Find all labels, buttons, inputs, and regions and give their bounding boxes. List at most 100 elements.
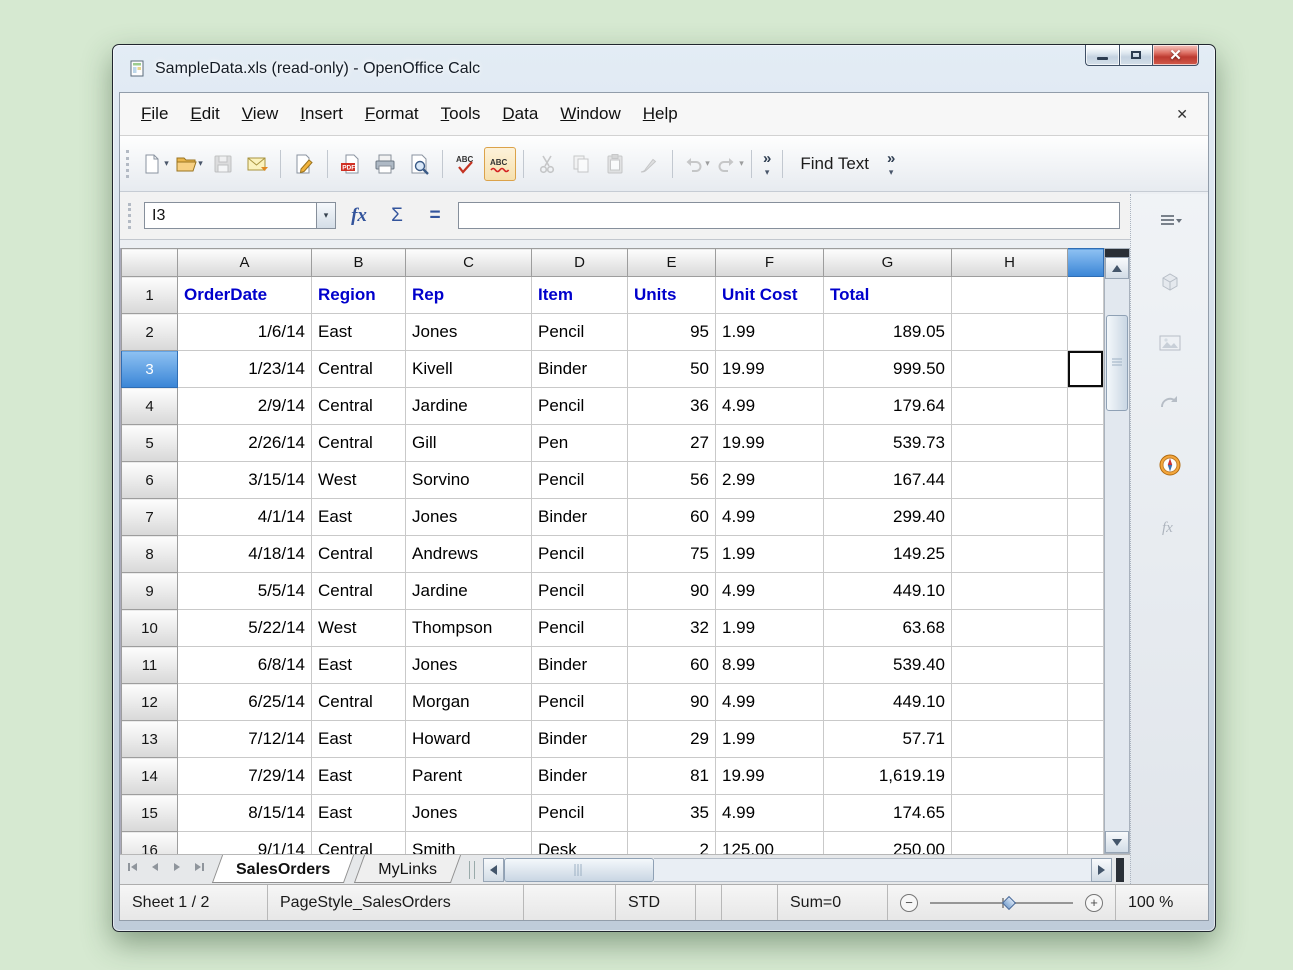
- cell[interactable]: 167.44: [824, 462, 952, 499]
- edit-file-button[interactable]: [288, 147, 320, 181]
- cell[interactable]: Desk: [532, 832, 628, 855]
- cell[interactable]: [1068, 832, 1104, 855]
- cell[interactable]: 999.50: [824, 351, 952, 388]
- refresh-button[interactable]: [1153, 389, 1187, 423]
- cell[interactable]: [1068, 684, 1104, 721]
- cell[interactable]: 6/8/14: [178, 647, 312, 684]
- cell[interactable]: Total: [824, 277, 952, 314]
- cell[interactable]: 250.00: [824, 832, 952, 855]
- row-header-3[interactable]: 3: [122, 351, 178, 388]
- cell[interactable]: 4.99: [716, 499, 824, 536]
- cell[interactable]: [1068, 314, 1104, 351]
- cell[interactable]: 189.05: [824, 314, 952, 351]
- function-wizard-button[interactable]: fx: [344, 205, 374, 227]
- cell[interactable]: [952, 462, 1068, 499]
- cell[interactable]: 1,619.19: [824, 758, 952, 795]
- cell[interactable]: 50: [628, 351, 716, 388]
- h-scrollbar-track[interactable]: [654, 858, 1091, 882]
- menu-item-insert[interactable]: Insert: [289, 99, 354, 129]
- cell[interactable]: 95: [628, 314, 716, 351]
- cell[interactable]: 8.99: [716, 647, 824, 684]
- next-sheet-button[interactable]: [166, 858, 188, 882]
- column-header-g[interactable]: G: [824, 249, 952, 277]
- new-document-button[interactable]: ▾: [139, 147, 171, 181]
- column-header-a[interactable]: A: [178, 249, 312, 277]
- row-header-11[interactable]: 11: [122, 647, 178, 684]
- menu-item-format[interactable]: Format: [354, 99, 430, 129]
- cell[interactable]: Pencil: [532, 536, 628, 573]
- cell[interactable]: Jones: [406, 647, 532, 684]
- scrollbar-track[interactable]: [1105, 411, 1129, 831]
- cell[interactable]: Binder: [532, 647, 628, 684]
- sheet-tab-salesorders[interactable]: SalesOrders: [212, 855, 354, 884]
- titlebar[interactable]: SampleData.xls (read-only) - OpenOffice …: [119, 45, 1209, 92]
- page-preview-button[interactable]: [403, 147, 435, 181]
- menu-item-edit[interactable]: Edit: [179, 99, 230, 129]
- zoom-out-button[interactable]: −: [900, 894, 918, 912]
- cell[interactable]: Binder: [532, 351, 628, 388]
- cell[interactable]: Binder: [532, 721, 628, 758]
- cell[interactable]: Jones: [406, 314, 532, 351]
- row-header-12[interactable]: 12: [122, 684, 178, 721]
- cell[interactable]: 449.10: [824, 573, 952, 610]
- cut-button[interactable]: [531, 147, 563, 181]
- tab-scroll-divider[interactable]: [469, 861, 475, 879]
- cell[interactable]: 32: [628, 610, 716, 647]
- cell[interactable]: Central: [312, 684, 406, 721]
- cell[interactable]: Rep: [406, 277, 532, 314]
- sum-button[interactable]: Σ: [382, 205, 412, 227]
- cell[interactable]: [952, 536, 1068, 573]
- cell[interactable]: 9/1/14: [178, 832, 312, 855]
- row-header-1[interactable]: 1: [122, 277, 178, 314]
- cell[interactable]: [1068, 277, 1104, 314]
- cell[interactable]: 1.99: [716, 314, 824, 351]
- email-document-button[interactable]: [241, 147, 273, 181]
- find-toolbar-more-button[interactable]: » ▾: [881, 151, 901, 177]
- cell[interactable]: 539.73: [824, 425, 952, 462]
- cell[interactable]: 90: [628, 684, 716, 721]
- cell[interactable]: Jones: [406, 795, 532, 832]
- redo-button[interactable]: ▾: [714, 147, 746, 181]
- cell[interactable]: [1068, 536, 1104, 573]
- cell[interactable]: Howard: [406, 721, 532, 758]
- navigator-compass-button[interactable]: [1153, 450, 1187, 484]
- cell[interactable]: [952, 277, 1068, 314]
- row-header-15[interactable]: 15: [122, 795, 178, 832]
- sum-indicator[interactable]: Sum=0: [778, 885, 888, 920]
- cell[interactable]: Item: [532, 277, 628, 314]
- menu-item-data[interactable]: Data: [491, 99, 549, 129]
- toolbar-more-button[interactable]: » ▾: [757, 151, 777, 177]
- cell[interactable]: [952, 610, 1068, 647]
- spellcheck-button[interactable]: ABC: [450, 147, 482, 181]
- scrollbar-track[interactable]: [1105, 279, 1129, 315]
- menu-item-view[interactable]: View: [231, 99, 290, 129]
- cell[interactable]: [952, 314, 1068, 351]
- name-box-dropdown[interactable]: ▾: [316, 203, 335, 228]
- cell[interactable]: 8/15/14: [178, 795, 312, 832]
- cell[interactable]: Pencil: [532, 684, 628, 721]
- vertical-scrollbar[interactable]: [1104, 248, 1130, 854]
- name-box[interactable]: I3 ▾: [144, 202, 336, 229]
- cell[interactable]: 60: [628, 647, 716, 684]
- cell[interactable]: 1.99: [716, 610, 824, 647]
- cell[interactable]: 1/23/14: [178, 351, 312, 388]
- functions-button[interactable]: fx: [1153, 511, 1187, 545]
- cell[interactable]: [1068, 795, 1104, 832]
- cell[interactable]: 4/18/14: [178, 536, 312, 573]
- insert-object-button[interactable]: [1153, 267, 1187, 301]
- row-header-16[interactable]: 16: [122, 832, 178, 855]
- scroll-up-button[interactable]: [1105, 257, 1129, 279]
- zoom-slider[interactable]: − +: [888, 885, 1116, 920]
- cell[interactable]: Sorvino: [406, 462, 532, 499]
- maximize-button[interactable]: [1119, 45, 1152, 66]
- row-header-9[interactable]: 9: [122, 573, 178, 610]
- cell[interactable]: [1068, 425, 1104, 462]
- zoom-in-button[interactable]: +: [1085, 894, 1103, 912]
- cell[interactable]: 125.00: [716, 832, 824, 855]
- cell[interactable]: Kivell: [406, 351, 532, 388]
- undo-button[interactable]: ▾: [680, 147, 712, 181]
- cell[interactable]: West: [312, 462, 406, 499]
- cell[interactable]: [1068, 499, 1104, 536]
- cell[interactable]: Unit Cost: [716, 277, 824, 314]
- row-header-13[interactable]: 13: [122, 721, 178, 758]
